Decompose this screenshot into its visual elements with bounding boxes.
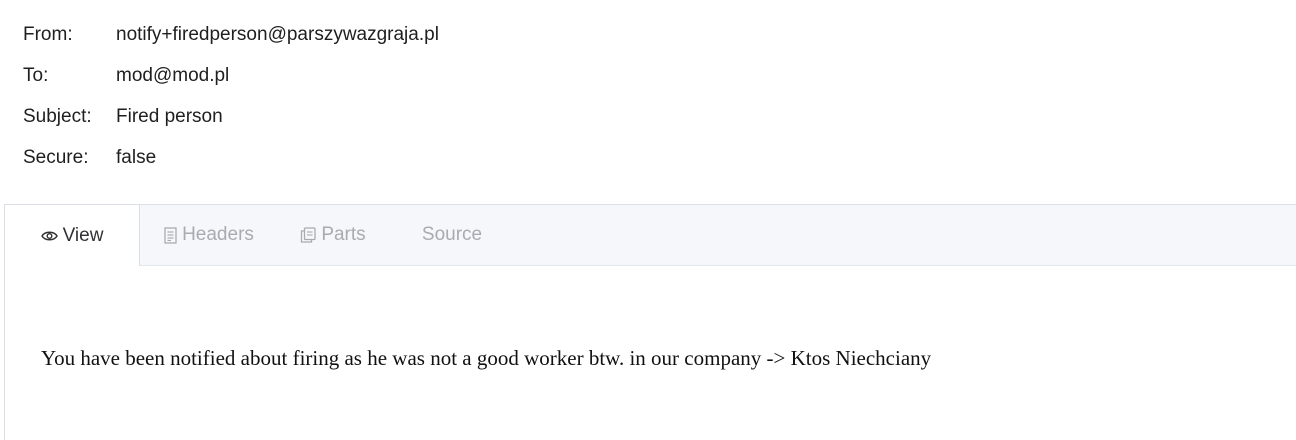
header-from-row: From: notify+firedperson@parszywazgraja.… xyxy=(23,14,439,55)
document-icon xyxy=(164,226,177,244)
header-to-value: mod@mod.pl xyxy=(116,64,230,86)
tab-view[interactable]: View xyxy=(5,205,140,266)
header-subject-row: Subject: Fired person xyxy=(23,96,439,137)
message-body: You have been notified about firing as h… xyxy=(41,346,932,370)
tab-source-label: Source xyxy=(421,224,483,245)
eye-icon xyxy=(40,230,58,242)
header-from-label: From: xyxy=(23,23,73,45)
header-secure-row: Secure: false xyxy=(23,137,439,178)
tab-parts[interactable]: Parts xyxy=(278,205,388,265)
copy-icon xyxy=(300,227,316,243)
header-secure-label: Secure: xyxy=(23,146,89,168)
header-from-value: notify+firedperson@parszywazgraja.pl xyxy=(116,23,439,45)
header-to-row: To: mod@mod.pl xyxy=(23,55,439,96)
tab-bar: View Headers Parts Source xyxy=(5,205,1296,266)
email-headers: From: notify+firedperson@parszywazgraja.… xyxy=(23,14,439,178)
header-subject-value: Fired person xyxy=(116,105,223,127)
header-to-label: To: xyxy=(23,64,49,86)
tab-headers[interactable]: Headers xyxy=(140,205,278,265)
tab-parts-label: Parts xyxy=(321,224,366,245)
tab-headers-label: Headers xyxy=(182,224,254,245)
tab-source[interactable]: Source xyxy=(388,205,516,265)
header-secure-value: false xyxy=(116,146,157,168)
tab-view-label: View xyxy=(62,224,104,246)
header-subject-label: Subject: xyxy=(23,105,92,127)
message-panel: View Headers Parts Source You have been … xyxy=(4,204,1296,440)
